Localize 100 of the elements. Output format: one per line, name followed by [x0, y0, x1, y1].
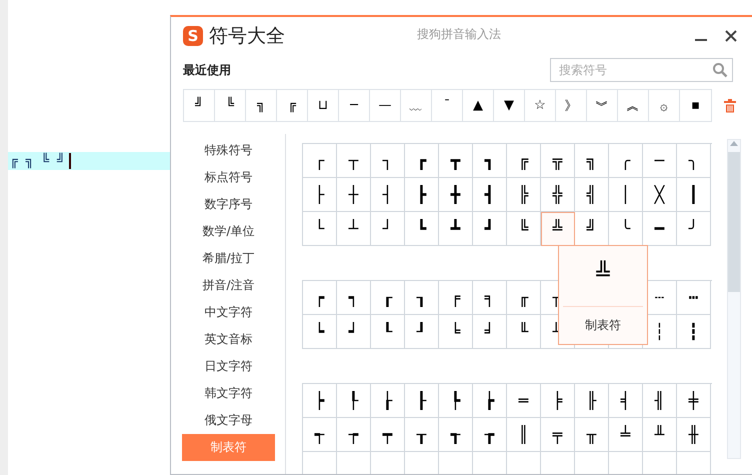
category-tab[interactable]: 特殊符号 — [182, 137, 275, 164]
symbol-cell[interactable]: ╣ — [575, 178, 609, 212]
symbol-cell[interactable]: ┬ — [337, 144, 371, 178]
app-name: 搜狗拼音输入法 — [417, 26, 501, 43]
symbol-cell[interactable]: ╬ — [541, 178, 575, 212]
category-tab[interactable]: 希腊/拉丁 — [182, 245, 275, 272]
search-icon — [712, 62, 728, 78]
symbol-cell[interactable]: ╋ — [439, 178, 473, 212]
symbol-cell[interactable]: ┤ — [371, 178, 405, 212]
symbol-cell[interactable]: ║ — [507, 418, 541, 452]
symbol-cell[interactable]: ┐ — [371, 144, 405, 178]
symbol-cell[interactable]: ┮ — [337, 418, 371, 452]
symbol-cell[interactable]: ╚ — [507, 212, 541, 246]
tooltip-caption: 制表符 — [585, 317, 621, 334]
symbol-cell[interactable]: ╞ — [541, 384, 575, 418]
symbol-cell[interactable]: ╳ — [643, 178, 677, 212]
symbol-cell[interactable]: ┕ — [303, 315, 337, 349]
editor-text: ╔ ╗ ╚ ╝ — [10, 154, 65, 168]
close-button[interactable] — [723, 28, 739, 44]
symbol-cell[interactable]: ┙ — [337, 315, 371, 349]
symbol-cell[interactable]: ┳ — [439, 144, 473, 178]
symbol-cell[interactable]: │ — [609, 178, 643, 212]
category-tab[interactable]: 数字序号 — [182, 191, 275, 218]
symbol-cell[interactable]: ╨ — [643, 418, 677, 452]
symbol-cell[interactable]: ┓ — [473, 144, 507, 178]
symbol-cell[interactable]: ┅ — [677, 281, 711, 315]
symbol-cell[interactable]: ╧ — [609, 418, 643, 452]
symbol-cell[interactable]: ┗ — [405, 212, 439, 246]
symbol-cell[interactable]: ╤ — [541, 418, 575, 452]
symbol-cell[interactable]: ╫ — [677, 418, 711, 452]
symbol-cell[interactable]: ┍ — [303, 281, 337, 315]
symbol-cell[interactable]: ┌ — [303, 144, 337, 178]
symbol-cell[interactable]: ╩ — [541, 212, 575, 246]
category-tab[interactable]: 拼音/注音 — [182, 272, 275, 299]
category-tab[interactable]: 数学/单位 — [182, 218, 275, 245]
trash-icon[interactable] — [724, 98, 736, 112]
symbol-cell[interactable]: ╯ — [677, 212, 711, 246]
text-cursor — [68, 153, 71, 169]
symbol-cell[interactable]: ┡ — [439, 384, 473, 418]
symbol-cell[interactable]: ┴ — [337, 212, 371, 246]
symbol-cell[interactable]: ─ — [643, 144, 677, 178]
symbol-cell[interactable]: ┏ — [405, 144, 439, 178]
symbol-cell[interactable]: ├ — [303, 178, 337, 212]
symbol-cell[interactable]: ╡ — [609, 384, 643, 418]
symbol-cell[interactable]: ┼ — [337, 178, 371, 212]
symbol-cell[interactable]: ┯ — [371, 418, 405, 452]
window-title: 符号大全 — [209, 24, 285, 49]
symbol-cell[interactable]: ╠ — [507, 178, 541, 212]
symbol-cell[interactable]: ┝ — [303, 384, 337, 418]
symbol-cell[interactable]: ╒ — [439, 281, 473, 315]
symbol-cell[interactable]: ┃ — [677, 178, 711, 212]
symbol-cell[interactable]: ┭ — [303, 418, 337, 452]
symbol-cell[interactable]: ┱ — [439, 418, 473, 452]
symbol-cell[interactable]: ┘ — [371, 212, 405, 246]
symbol-cell[interactable]: ┲ — [473, 418, 507, 452]
category-tab[interactable]: 中文字符 — [182, 299, 275, 326]
category-tab[interactable]: 韩文字符 — [182, 380, 275, 407]
symbol-cell[interactable]: ┇ — [677, 315, 711, 349]
symbol-cell[interactable]: ┟ — [371, 384, 405, 418]
symbol-cell[interactable]: ┛ — [473, 212, 507, 246]
scroll-thumb[interactable] — [728, 152, 740, 292]
symbol-cell[interactable]: ═ — [507, 384, 541, 418]
symbol-cell[interactable]: ╕ — [473, 281, 507, 315]
minimize-icon — [695, 39, 707, 41]
symbol-cell[interactable]: ┠ — [405, 384, 439, 418]
recent-label: 最近使用 — [183, 62, 231, 78]
symbol-cell[interactable]: ╮ — [677, 144, 711, 178]
symbol-cell[interactable]: ┫ — [473, 178, 507, 212]
symbol-cell[interactable]: ┖ — [371, 315, 405, 349]
symbol-cell[interactable]: ╭ — [609, 144, 643, 178]
symbol-cell[interactable]: ┑ — [337, 281, 371, 315]
symbol-cell[interactable]: ╛ — [473, 315, 507, 349]
symbol-cell[interactable]: ┻ — [439, 212, 473, 246]
symbol-cell[interactable]: ╢ — [643, 384, 677, 418]
symbol-cell[interactable]: ┣ — [405, 178, 439, 212]
category-tab[interactable]: 日文字符 — [182, 353, 275, 380]
close-icon — [724, 29, 738, 43]
symbol-cell[interactable]: ╘ — [439, 315, 473, 349]
symbol-cell[interactable]: ╥ — [575, 418, 609, 452]
symbol-cell[interactable]: └ — [303, 212, 337, 246]
symbol-cell[interactable]: ┢ — [473, 384, 507, 418]
symbol-cell[interactable]: ╟ — [575, 384, 609, 418]
tooltip-symbol: ╩ — [596, 262, 610, 289]
scrollbar[interactable] — [727, 139, 741, 459]
symbol-cell[interactable]: ╓ — [507, 281, 541, 315]
search-box[interactable]: 搜索符号 — [550, 58, 733, 82]
category-tab[interactable]: 英文音标 — [182, 326, 275, 353]
scroll-up-icon[interactable] — [729, 140, 739, 146]
symbol-cell[interactable]: ╪ — [677, 384, 711, 418]
category-tab[interactable]: 标点符号 — [182, 164, 275, 191]
symbol-cell[interactable]: ╦ — [541, 144, 575, 178]
symbol-cell[interactable]: ╙ — [507, 315, 541, 349]
symbol-cell[interactable]: ┞ — [337, 384, 371, 418]
symbol-cell[interactable]: ╗ — [575, 144, 609, 178]
category-tab[interactable]: 俄文字母 — [182, 407, 275, 434]
symbol-cell[interactable]: ┎ — [371, 281, 405, 315]
symbol-cell[interactable]: ┰ — [405, 418, 439, 452]
symbol-cell[interactable]: ╔ — [507, 144, 541, 178]
symbol-cell[interactable]: ┒ — [405, 281, 439, 315]
symbol-cell[interactable]: ┚ — [405, 315, 439, 349]
